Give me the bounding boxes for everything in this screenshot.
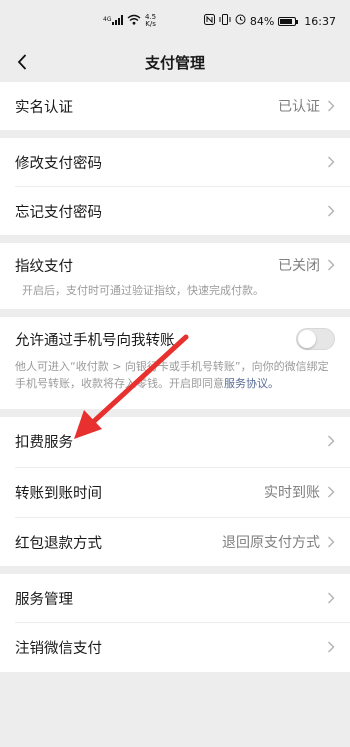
battery-fill (280, 18, 293, 24)
group-services: 扣费服务 转账到账时间 实时到账 红包退款方式 退回原支付方式 (0, 417, 350, 566)
phone-transfer-toggle[interactable] (296, 328, 335, 350)
signal-icon: 4G (103, 14, 123, 28)
service-management-label: 服务管理 (15, 591, 73, 608)
chevron-right-icon (328, 536, 335, 548)
vibrate-icon (219, 14, 231, 28)
cancel-wechat-pay-label: 注销微信支付 (15, 640, 102, 657)
realname-label: 实名认证 (15, 99, 73, 116)
chevron-right-icon (328, 100, 335, 112)
row-fingerprint[interactable]: 指纹支付 已关闭 (0, 243, 350, 287)
deduction-service-label: 扣费服务 (15, 434, 73, 451)
chevron-right-icon (328, 486, 335, 498)
group-management: 服务管理 注销微信支付 (0, 574, 350, 672)
row-forgot-password[interactable]: 忘记支付密码 (0, 187, 350, 235)
status-left: 4G 4.5 K/s (103, 14, 156, 28)
battery-icon (278, 16, 299, 26)
svg-text:4G: 4G (103, 16, 112, 23)
chevron-right-icon (328, 156, 335, 168)
nfc-icon (203, 14, 215, 28)
phone-transfer-label: 允许通过手机号向我转账 (15, 332, 175, 349)
chevron-right-icon (328, 592, 335, 604)
realname-value: 已认证 (278, 99, 320, 115)
clock: 16:37 (304, 14, 336, 28)
group-fingerprint: 指纹支付 已关闭 开启后，支付时可通过验证指纹，快速完成付款。 (0, 243, 350, 309)
hongbao-refund-label: 红包退款方式 (15, 535, 102, 552)
nav-bar: 支付管理 (0, 44, 350, 80)
change-password-label: 修改支付密码 (15, 155, 102, 172)
fingerprint-value: 已关闭 (278, 258, 320, 274)
chevron-right-icon (328, 205, 335, 217)
arrival-time-label: 转账到账时间 (15, 485, 102, 502)
fingerprint-label: 指纹支付 (15, 258, 73, 275)
page-title: 支付管理 (144, 54, 205, 72)
chevron-right-icon (328, 641, 335, 653)
chevron-right-icon (328, 259, 335, 271)
service-agreement-link[interactable]: 服务协议。 (224, 377, 279, 390)
wifi-icon (127, 14, 141, 28)
row-change-password[interactable]: 修改支付密码 (0, 138, 350, 186)
status-right: 84% 16:37 (203, 14, 336, 28)
row-arrival-time[interactable]: 转账到账时间 实时到账 (0, 468, 350, 516)
status-bar: 4G 4.5 K/s 84% 16:37 (0, 0, 350, 44)
phone-transfer-hint-text: 他人可进入“收付款 > 向银行卡或手机号转账”，向你的微信绑定手机号转账，收款将… (15, 360, 329, 390)
row-service-management[interactable]: 服务管理 (0, 574, 350, 622)
battery-percent: 84% (249, 14, 275, 28)
forgot-password-label: 忘记支付密码 (15, 204, 102, 221)
group-password: 修改支付密码 忘记支付密码 (0, 138, 350, 235)
row-cancel-wechat-pay[interactable]: 注销微信支付 (0, 623, 350, 671)
phone-transfer-hint: 他人可进入“收付款 > 向银行卡或手机号转账”，向你的微信绑定手机号转账，收款将… (15, 358, 335, 392)
fingerprint-hint: 开启后，支付时可通过验证指纹，快速完成付款。 (22, 284, 264, 297)
row-hongbao-refund[interactable]: 红包退款方式 退回原支付方式 (0, 518, 350, 566)
row-deduction-service[interactable]: 扣费服务 (0, 417, 350, 465)
row-realname[interactable]: 实名认证 已认证 (0, 82, 350, 130)
alarm-icon (235, 14, 246, 28)
group-phone-transfer: 允许通过手机号向我转账 他人可进入“收付款 > 向银行卡或手机号转账”，向你的微… (0, 317, 350, 409)
net-speed-unit: K/s (145, 20, 156, 28)
hongbao-refund-value: 退回原支付方式 (222, 535, 320, 551)
chevron-right-icon (328, 435, 335, 447)
arrival-time-value: 实时到账 (264, 485, 320, 501)
net-speed: 4.5 K/s (145, 14, 156, 28)
row-phone-transfer: 允许通过手机号向我转账 (0, 317, 350, 361)
group-identity: 实名认证 已认证 (0, 82, 350, 130)
toggle-knob (298, 330, 316, 348)
